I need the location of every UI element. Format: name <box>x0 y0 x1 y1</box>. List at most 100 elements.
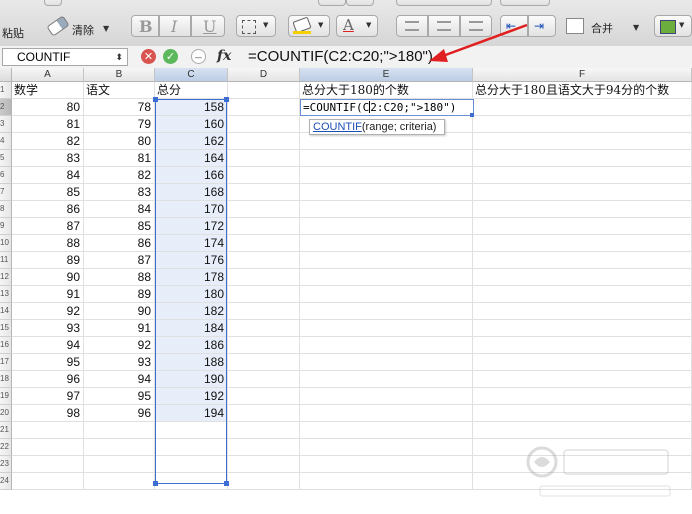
cell-c12[interactable]: 178 <box>155 269 228 286</box>
cell-c19[interactable]: 192 <box>155 388 228 405</box>
italic-button[interactable]: I <box>159 15 191 37</box>
row-header[interactable]: 14 <box>0 303 12 320</box>
align-center-button[interactable] <box>428 15 460 37</box>
cell-c20[interactable]: 194 <box>155 405 228 422</box>
cell-f20[interactable] <box>473 405 692 422</box>
cell-d16[interactable] <box>228 337 300 354</box>
cell-b4[interactable]: 80 <box>84 133 155 150</box>
cell-f1[interactable]: 总分大于180且语文大于94分的个数 <box>473 82 692 99</box>
row-header[interactable]: 4 <box>0 133 12 150</box>
cell-b5[interactable]: 81 <box>84 150 155 167</box>
cell-f23[interactable] <box>473 456 692 473</box>
cell-d23[interactable] <box>228 456 300 473</box>
row-header[interactable]: 8 <box>0 201 12 218</box>
cell-a21[interactable] <box>12 422 84 439</box>
cell-f6[interactable] <box>473 167 692 184</box>
cell-f21[interactable] <box>473 422 692 439</box>
cell-e20[interactable] <box>300 405 473 422</box>
cell-f12[interactable] <box>473 269 692 286</box>
cell-a1[interactable]: 数学 <box>12 82 84 99</box>
cell-e16[interactable] <box>300 337 473 354</box>
cell-e22[interactable] <box>300 439 473 456</box>
function-help-link[interactable]: COUNTIF <box>313 121 362 133</box>
cell-b18[interactable]: 94 <box>84 371 155 388</box>
row-header[interactable]: 16 <box>0 337 12 354</box>
cell-d19[interactable] <box>228 388 300 405</box>
row-header[interactable]: 23 <box>0 456 12 473</box>
cell-d10[interactable] <box>228 235 300 252</box>
top-right-button[interactable] <box>500 0 550 6</box>
row-header[interactable]: 10 <box>0 235 12 252</box>
cell-f7[interactable] <box>473 184 692 201</box>
cell-a11[interactable]: 89 <box>12 252 84 269</box>
cell-c23[interactable] <box>155 456 228 473</box>
cell-e6[interactable] <box>300 167 473 184</box>
cell-c22[interactable] <box>155 439 228 456</box>
cell-c2[interactable]: 158 <box>155 99 228 116</box>
cell-e1[interactable]: 总分大于180的个数 <box>300 82 473 99</box>
cell-c4[interactable]: 162 <box>155 133 228 150</box>
cell-c1[interactable]: 总分 <box>155 82 228 99</box>
selection-handle-top-right[interactable] <box>224 97 229 102</box>
cell-a2[interactable]: 80 <box>12 99 84 116</box>
cell-c18[interactable]: 190 <box>155 371 228 388</box>
cell-b7[interactable]: 83 <box>84 184 155 201</box>
row-header[interactable]: 9 <box>0 218 12 235</box>
bold-button[interactable]: B <box>131 15 159 37</box>
cell-f4[interactable] <box>473 133 692 150</box>
cell-f5[interactable] <box>473 150 692 167</box>
column-header-f[interactable]: F <box>473 68 692 82</box>
cell-c21[interactable] <box>155 422 228 439</box>
cell-e24[interactable] <box>300 473 473 490</box>
cell-b19[interactable]: 95 <box>84 388 155 405</box>
cell-e7[interactable] <box>300 184 473 201</box>
cell-d12[interactable] <box>228 269 300 286</box>
cell-c8[interactable]: 170 <box>155 201 228 218</box>
cell-e8[interactable] <box>300 201 473 218</box>
cell-e10[interactable] <box>300 235 473 252</box>
cell-e17[interactable] <box>300 354 473 371</box>
cell-f18[interactable] <box>473 371 692 388</box>
row-header[interactable]: 7 <box>0 184 12 201</box>
cell-a15[interactable]: 93 <box>12 320 84 337</box>
cancel-icon[interactable]: ✕ <box>141 49 156 64</box>
cell-a18[interactable]: 96 <box>12 371 84 388</box>
selection-handle-bottom-right[interactable] <box>224 481 229 486</box>
cell-b12[interactable]: 88 <box>84 269 155 286</box>
column-header-e[interactable]: E <box>300 68 473 82</box>
increase-indent-button[interactable]: ⇥ <box>528 15 556 37</box>
cell-b3[interactable]: 79 <box>84 116 155 133</box>
row-header[interactable]: 18 <box>0 371 12 388</box>
cell-b10[interactable]: 86 <box>84 235 155 252</box>
cell-f16[interactable] <box>473 337 692 354</box>
cell-c3[interactable]: 160 <box>155 116 228 133</box>
cell-f10[interactable] <box>473 235 692 252</box>
cell-d21[interactable] <box>228 422 300 439</box>
font-size-up-button[interactable] <box>318 0 346 6</box>
cell-e23[interactable] <box>300 456 473 473</box>
cell-a4[interactable]: 82 <box>12 133 84 150</box>
cell-c11[interactable]: 176 <box>155 252 228 269</box>
cell-c10[interactable]: 174 <box>155 235 228 252</box>
cell-a9[interactable]: 87 <box>12 218 84 235</box>
cell-f3[interactable] <box>473 116 692 133</box>
cell-d6[interactable] <box>228 167 300 184</box>
cell-c15[interactable]: 184 <box>155 320 228 337</box>
cell-e5[interactable] <box>300 150 473 167</box>
cell-c16[interactable]: 186 <box>155 337 228 354</box>
cell-d1[interactable] <box>228 82 300 99</box>
cell-b21[interactable] <box>84 422 155 439</box>
row-header[interactable]: 22 <box>0 439 12 456</box>
cell-b23[interactable] <box>84 456 155 473</box>
cell-a8[interactable]: 86 <box>12 201 84 218</box>
cell-f13[interactable] <box>473 286 692 303</box>
cell-b14[interactable]: 90 <box>84 303 155 320</box>
row-header[interactable]: 12 <box>0 269 12 286</box>
cell-a5[interactable]: 83 <box>12 150 84 167</box>
chevron-down-icon[interactable]: ▼ <box>633 23 639 32</box>
cell-b22[interactable] <box>84 439 155 456</box>
name-box[interactable]: COUNTIF ⬍ <box>2 48 128 66</box>
cell-c13[interactable]: 180 <box>155 286 228 303</box>
paste-dropdown[interactable] <box>44 0 62 6</box>
cell-a3[interactable]: 81 <box>12 116 84 133</box>
